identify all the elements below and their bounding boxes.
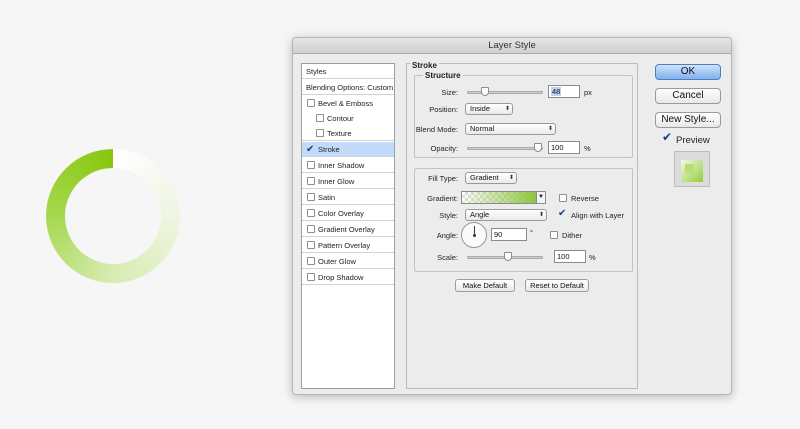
scale-slider[interactable]: [467, 252, 543, 261]
cancel-button[interactable]: Cancel: [655, 88, 721, 104]
size-slider[interactable]: [467, 87, 543, 96]
structure-title: Structure: [423, 71, 463, 80]
style-item-outer-glow[interactable]: Outer Glow: [302, 254, 394, 269]
styles-list: Styles Blending Options: Custom Bevel & …: [301, 63, 395, 389]
layer-style-dialog: Layer Style Styles Blending Options: Cus…: [292, 37, 732, 395]
dither-label: Dither: [562, 231, 583, 240]
chevron-updown-icon: ⬍: [508, 175, 514, 181]
structure-group: Structure Size: 48 px Position: Inside ⬍ …: [414, 71, 633, 158]
preview-label: Preview: [676, 135, 710, 146]
drop-shadow-checkbox[interactable]: [307, 273, 315, 281]
position-select[interactable]: Inside ⬍: [465, 103, 513, 115]
style-item-satin[interactable]: Satin: [302, 190, 394, 205]
style-item-gradient-overlay[interactable]: Gradient Overlay: [302, 222, 394, 237]
opacity-input[interactable]: 100: [548, 141, 580, 154]
reverse-checkbox[interactable]: [559, 194, 567, 202]
style-item-contour[interactable]: Contour: [302, 111, 394, 126]
gradient-label: Gradient:: [427, 194, 458, 203]
reverse-label: Reverse: [571, 194, 599, 203]
gradient-dropdown-button[interactable]: ▼: [536, 191, 546, 204]
style-label: Style:: [439, 211, 458, 220]
scale-slider-thumb[interactable]: [504, 252, 512, 261]
style-item-inner-glow[interactable]: Inner Glow: [302, 174, 394, 189]
fill-group: Fill Type: Gradient ⬍ Gradient: ▼ Reverse…: [414, 168, 633, 272]
dither-checkbox[interactable]: [550, 231, 558, 239]
angle-input[interactable]: 90: [491, 228, 527, 241]
opacity-slider-thumb[interactable]: [534, 143, 542, 152]
style-item-inner-shadow[interactable]: Inner Shadow: [302, 158, 394, 173]
reset-to-default-button[interactable]: Reset to Default: [525, 279, 589, 292]
style-preview-swatch: [674, 151, 710, 187]
blend-mode-select[interactable]: Normal ⬍: [465, 123, 556, 135]
satin-checkbox[interactable]: [307, 193, 315, 201]
fill-type-label: Fill Type:: [428, 174, 458, 183]
blend-mode-label: Blend Mode:: [415, 125, 458, 134]
angle-dial-icon[interactable]: [461, 222, 487, 248]
style-item-drop-shadow[interactable]: Drop Shadow: [302, 270, 394, 285]
inner-shadow-checkbox[interactable]: [307, 161, 315, 169]
scale-label: Scale:: [437, 253, 458, 262]
size-unit: px: [584, 88, 592, 97]
make-default-button[interactable]: Make Default: [455, 279, 515, 292]
chevron-updown-icon: ⬍: [504, 106, 510, 112]
stroke-section-title: Stroke: [410, 61, 439, 70]
fill-type-select[interactable]: Gradient ⬍: [465, 172, 517, 184]
style-item-bevel-emboss[interactable]: Bevel & Emboss: [302, 96, 394, 111]
style-item-color-overlay[interactable]: Color Overlay: [302, 206, 394, 221]
position-label: Position:: [429, 105, 458, 114]
preview-checkbox[interactable]: ✔: [662, 130, 673, 144]
blending-options-item[interactable]: Blending Options: Custom: [302, 80, 394, 95]
style-item-pattern-overlay[interactable]: Pattern Overlay: [302, 238, 394, 253]
inner-glow-checkbox[interactable]: [307, 177, 315, 185]
styles-header[interactable]: Styles: [302, 64, 394, 79]
check-icon: ✔: [306, 144, 315, 155]
chevron-updown-icon: ⬍: [547, 126, 553, 132]
check-icon: ✔: [662, 130, 673, 144]
bevel-emboss-checkbox[interactable]: [307, 99, 315, 107]
pattern-overlay-checkbox[interactable]: [307, 241, 315, 249]
size-input[interactable]: 48: [548, 85, 580, 98]
ok-button[interactable]: OK: [655, 64, 721, 80]
new-style-button[interactable]: New Style...: [655, 112, 721, 128]
size-label: Size:: [441, 88, 458, 97]
align-with-layer-checkbox[interactable]: ✔: [558, 208, 567, 219]
stroke-checkbox[interactable]: ✔: [306, 144, 315, 155]
angle-unit: °: [530, 228, 533, 237]
style-item-texture[interactable]: Texture: [302, 126, 394, 141]
color-overlay-checkbox[interactable]: [307, 209, 315, 217]
align-with-layer-label: Align with Layer: [571, 211, 624, 220]
opacity-unit: %: [584, 144, 591, 153]
texture-checkbox[interactable]: [316, 129, 324, 137]
outer-glow-checkbox[interactable]: [307, 257, 315, 265]
angle-label: Angle:: [436, 231, 458, 240]
stroke-panel: Stroke Structure Size: 48 px Position: I…: [406, 61, 638, 389]
size-slider-thumb[interactable]: [481, 87, 489, 96]
gradient-swatch[interactable]: [461, 191, 537, 204]
check-icon: ✔: [558, 208, 567, 219]
ring-center: [65, 168, 161, 264]
opacity-slider[interactable]: [467, 143, 543, 152]
style-item-stroke[interactable]: ✔ Stroke: [302, 142, 394, 157]
style-select[interactable]: Angle ⬍: [465, 209, 547, 221]
opacity-label: Opacity:: [430, 144, 458, 153]
dialog-title: Layer Style: [293, 38, 731, 54]
scale-unit: %: [589, 253, 596, 262]
contour-checkbox[interactable]: [316, 114, 324, 122]
gradient-overlay-checkbox[interactable]: [307, 225, 315, 233]
scale-input[interactable]: 100: [554, 250, 586, 263]
chevron-updown-icon: ⬍: [538, 212, 544, 218]
